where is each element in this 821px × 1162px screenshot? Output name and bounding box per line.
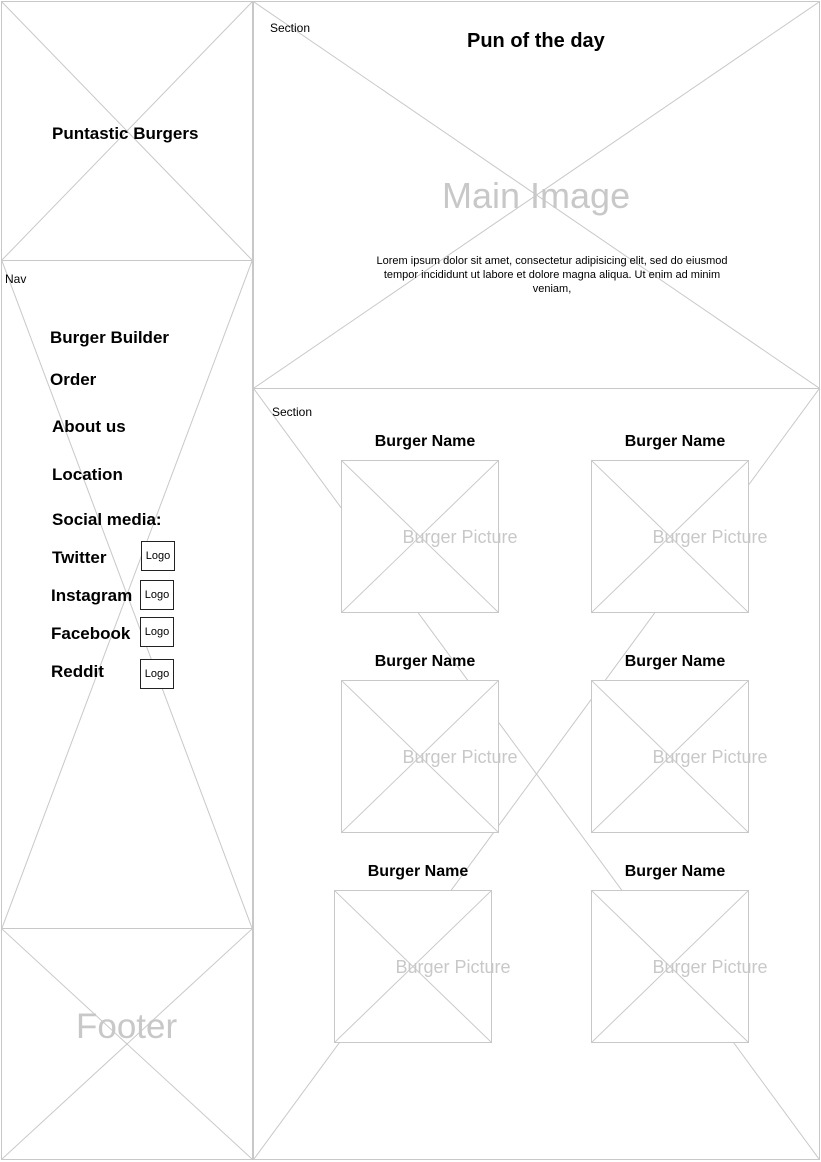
burger-card[interactable]: Burger Picture: [334, 890, 511, 1043]
hero-section: Section Pun of the day Main Image Lorem …: [253, 1, 820, 389]
burger-name: Burger Name: [624, 653, 726, 670]
social-heading: Social media:: [52, 510, 162, 529]
burger-name: Burger Name: [624, 863, 726, 880]
burger-card[interactable]: Burger Picture: [591, 460, 768, 613]
burger-card[interactable]: Burger Picture: [341, 680, 518, 833]
pun-body: Lorem ipsum dolor sit amet, consectetur …: [376, 255, 728, 295]
burger-card[interactable]: Burger Picture: [591, 680, 768, 833]
menu-section: Section Burger Name Burger Picture Burge…: [253, 388, 820, 1160]
brand-panel: Puntastic Burgers: [1, 1, 253, 261]
main-image-label: Main Image: [442, 175, 631, 216]
burger-name: Burger Name: [374, 433, 476, 450]
social-link-facebook[interactable]: Facebook: [51, 624, 130, 644]
burger-name: Burger Name: [624, 433, 726, 450]
nav-item-location[interactable]: Location: [52, 465, 123, 485]
burger-card[interactable]: Burger Picture: [591, 890, 768, 1043]
burger-picture-label: Burger Picture: [402, 526, 518, 547]
burger-name: Burger Name: [374, 653, 476, 670]
site-title: Puntastic Burgers: [52, 124, 199, 143]
facebook-logo[interactable]: Logo: [140, 617, 174, 647]
social-link-instagram[interactable]: Instagram: [51, 586, 132, 606]
nav-item-burger-builder[interactable]: Burger Builder: [50, 328, 169, 348]
footer-panel: Footer: [1, 928, 253, 1160]
social-link-twitter[interactable]: Twitter: [52, 548, 106, 568]
pun-title: Pun of the day: [467, 30, 605, 52]
burger-name: Burger Name: [367, 863, 469, 880]
social-link-reddit[interactable]: Reddit: [51, 662, 104, 682]
burger-picture-label: Burger Picture: [652, 746, 768, 767]
burger-picture-label: Burger Picture: [395, 956, 511, 977]
nav-tag: Nav: [5, 272, 27, 286]
burger-picture-label: Burger Picture: [652, 956, 768, 977]
burger-picture-label: Burger Picture: [652, 526, 768, 547]
nav-item-order[interactable]: Order: [50, 370, 96, 390]
reddit-logo[interactable]: Logo: [140, 659, 174, 689]
twitter-logo[interactable]: Logo: [141, 541, 175, 571]
nav-panel: Nav Burger Builder Order About us Locati…: [1, 260, 253, 929]
footer-label: Footer: [76, 1007, 178, 1046]
nav-item-about-us[interactable]: About us: [52, 417, 126, 437]
burger-card[interactable]: Burger Picture: [341, 460, 518, 613]
instagram-logo[interactable]: Logo: [140, 580, 174, 610]
section-tag: Section: [272, 405, 313, 419]
burger-picture-label: Burger Picture: [402, 746, 518, 767]
section-tag: Section: [270, 21, 311, 35]
